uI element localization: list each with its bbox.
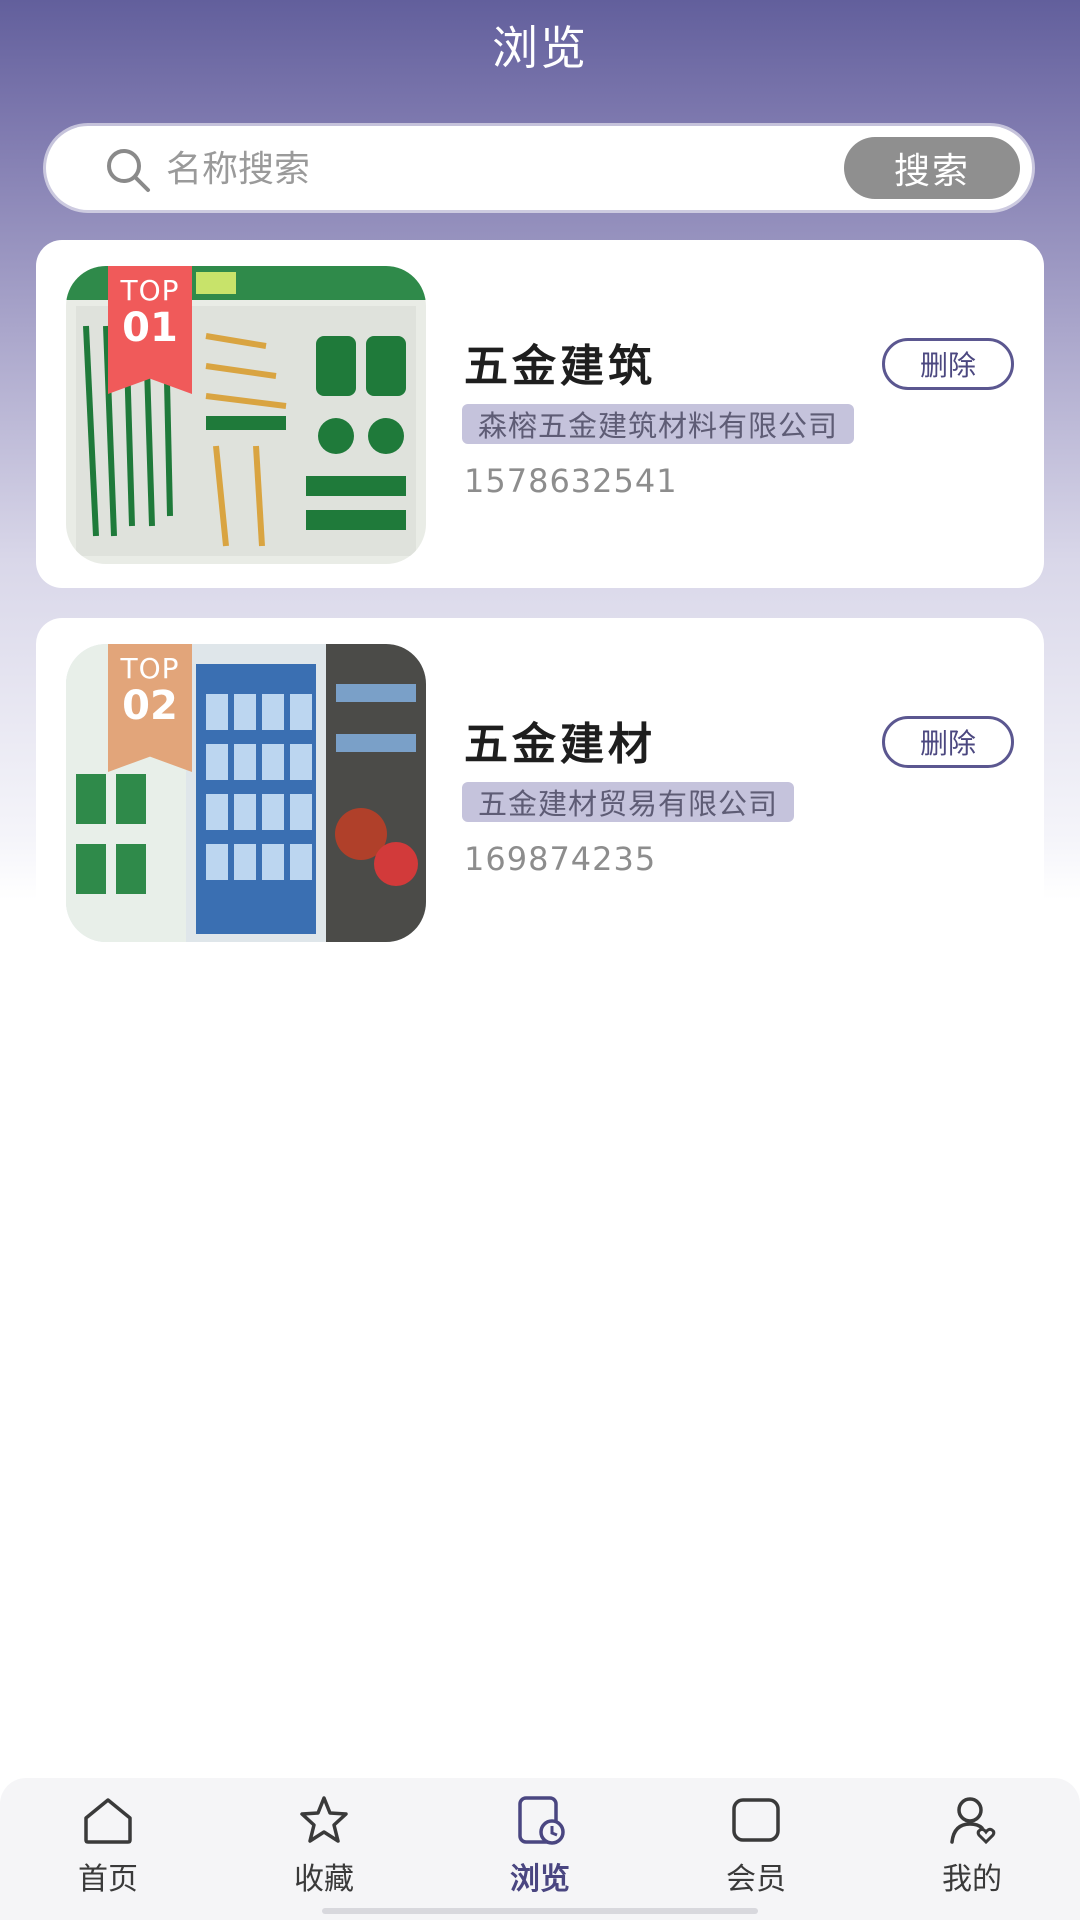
rank-badge-number: 02 (122, 683, 178, 729)
nav-item-favorites[interactable]: 收藏 (254, 1792, 394, 1902)
item-title: 五金建材 (464, 719, 656, 770)
star-icon (296, 1792, 352, 1848)
list-item[interactable]: TOP 02 五金建材 删除 五金建材贸易有限公司 169874235 (36, 618, 1044, 966)
rank-badge: TOP 02 (108, 644, 192, 772)
bottom-nav: 首页 收藏 浏览 会员 我的 (0, 1778, 1080, 1920)
search-input[interactable] (164, 140, 728, 198)
company-tag: 森榕五金建筑材料有限公司 (462, 404, 855, 444)
page-title: 浏览 (492, 21, 588, 75)
item-title: 五金建筑 (464, 341, 656, 392)
delete-button[interactable]: 删除 (882, 338, 1014, 390)
nav-label: 首页 (78, 1862, 138, 1897)
nav-item-member[interactable]: 会员 (686, 1792, 826, 1902)
nav-item-home[interactable]: 首页 (38, 1792, 178, 1902)
profile-icon (944, 1792, 1000, 1848)
search-icon (104, 146, 152, 194)
rank-badge-number: 01 (122, 305, 178, 351)
list-item[interactable]: TOP 01 五金建筑 删除 森榕五金建筑材料有限公司 1578632541 (36, 240, 1044, 588)
store-thumbnail: TOP 02 (66, 644, 426, 942)
nav-label: 会员 (726, 1862, 786, 1897)
phone-number: 169874235 (464, 840, 657, 878)
delete-button[interactable]: 删除 (882, 716, 1014, 768)
home-icon (80, 1792, 136, 1848)
nav-item-browse[interactable]: 浏览 (470, 1792, 610, 1902)
phone-number: 1578632541 (464, 462, 678, 500)
rank-badge: TOP 01 (108, 266, 192, 394)
company-tag: 五金建材贸易有限公司 (462, 782, 795, 822)
search-button[interactable]: 搜索 (844, 137, 1020, 199)
rank-badge-top-label: TOP (120, 274, 180, 307)
nav-item-profile[interactable]: 我的 (902, 1792, 1042, 1902)
store-thumbnail: TOP 01 (66, 266, 426, 564)
nav-label: 浏览 (510, 1862, 570, 1897)
nav-label: 我的 (942, 1862, 1002, 1897)
rank-badge-top-label: TOP (120, 652, 180, 685)
nav-label: 收藏 (294, 1862, 354, 1897)
search-bar: 搜索 (46, 126, 1032, 210)
member-icon (728, 1792, 784, 1848)
browse-history-icon (512, 1792, 568, 1848)
home-indicator (322, 1908, 758, 1914)
